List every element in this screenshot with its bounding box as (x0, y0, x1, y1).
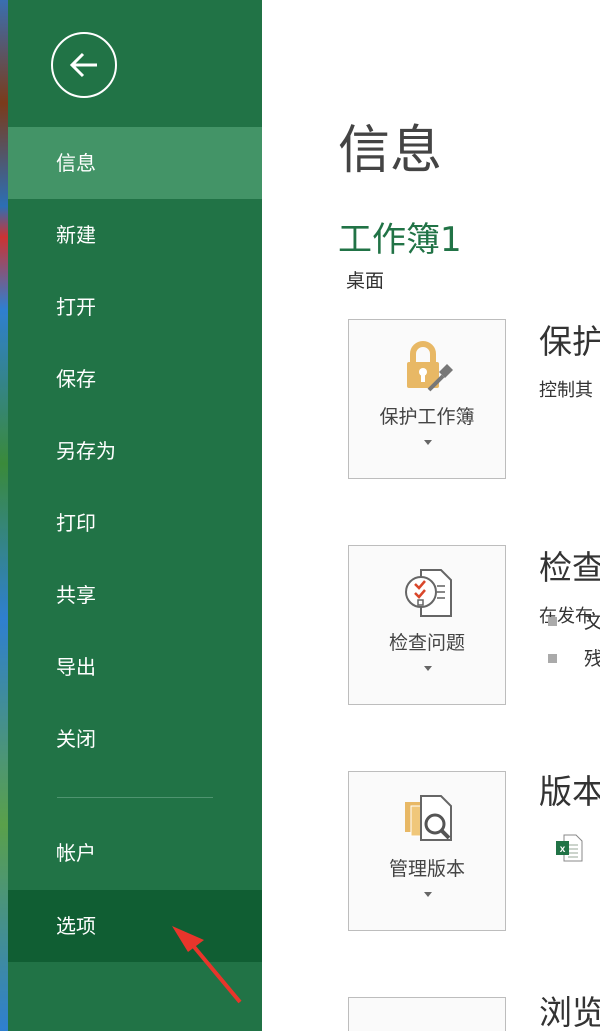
protect-heading: 保护 (539, 322, 600, 361)
inspect-heading: 检查 (539, 548, 600, 587)
protect-workbook-button[interactable]: 保护工作簿 (348, 319, 506, 479)
lock-key-icon (407, 341, 453, 392)
inspect-document-icon (405, 569, 452, 617)
sidebar-item-save[interactable]: 保存 (8, 343, 262, 415)
dropdown-arrow-icon (424, 666, 432, 671)
sidebar-item-save-as[interactable]: 另存为 (8, 415, 262, 487)
sidebar-item-account[interactable]: 帐户 (8, 817, 262, 889)
protect-workbook-label: 保护工作簿 (379, 406, 475, 428)
desktop-background (0, 0, 8, 1031)
sidebar-item-export[interactable]: 导出 (8, 631, 262, 703)
svg-text:x: x (560, 844, 566, 855)
manage-versions-label: 管理版本 (388, 858, 465, 880)
red-arrow-annotation (172, 926, 242, 1004)
bullet-icon (548, 617, 557, 626)
backstage-sidebar: 信息 新建 打开 保存 另存为 打印 共享 导出 关闭 帐户 选项 (8, 0, 262, 1031)
workbook-name: 工作簿1 (338, 220, 462, 260)
dropdown-arrow-icon (424, 892, 432, 897)
info-panel: 信息 工作簿1 桌面 保护工作簿 保护 控制其 检查问题 检查 在发布 文 残 … (262, 0, 600, 1031)
page-title: 信息 (338, 121, 443, 181)
manage-versions-button[interactable]: 管理版本 (348, 771, 506, 931)
back-button[interactable] (51, 32, 117, 98)
sidebar-item-share[interactable]: 共享 (8, 559, 262, 631)
sidebar-item-print[interactable]: 打印 (8, 487, 262, 559)
bullet-icon (548, 654, 557, 663)
sidebar-item-close[interactable]: 关闭 (8, 703, 262, 775)
arrow-left-icon (69, 52, 97, 78)
excel-file-icon: x (556, 834, 583, 862)
dropdown-arrow-icon (424, 440, 432, 445)
inspect-bullet-2: 残 (584, 648, 600, 670)
sidebar-item-open[interactable]: 打开 (8, 271, 262, 343)
sidebar-item-new[interactable]: 新建 (8, 199, 262, 271)
protect-description: 控制其 (539, 380, 593, 401)
workbook-location: 桌面 (346, 270, 385, 292)
browser-view-button[interactable] (348, 997, 506, 1031)
sidebar-divider (57, 797, 213, 798)
inspect-bullet-1: 文 (584, 611, 600, 633)
browser-heading: 浏览 (539, 993, 600, 1032)
versions-icon (405, 795, 452, 841)
sidebar-item-info[interactable]: 信息 (8, 127, 262, 199)
versions-heading: 版本 (539, 772, 600, 811)
check-issues-button[interactable]: 检查问题 (348, 545, 506, 705)
check-issues-label: 检查问题 (388, 632, 465, 654)
